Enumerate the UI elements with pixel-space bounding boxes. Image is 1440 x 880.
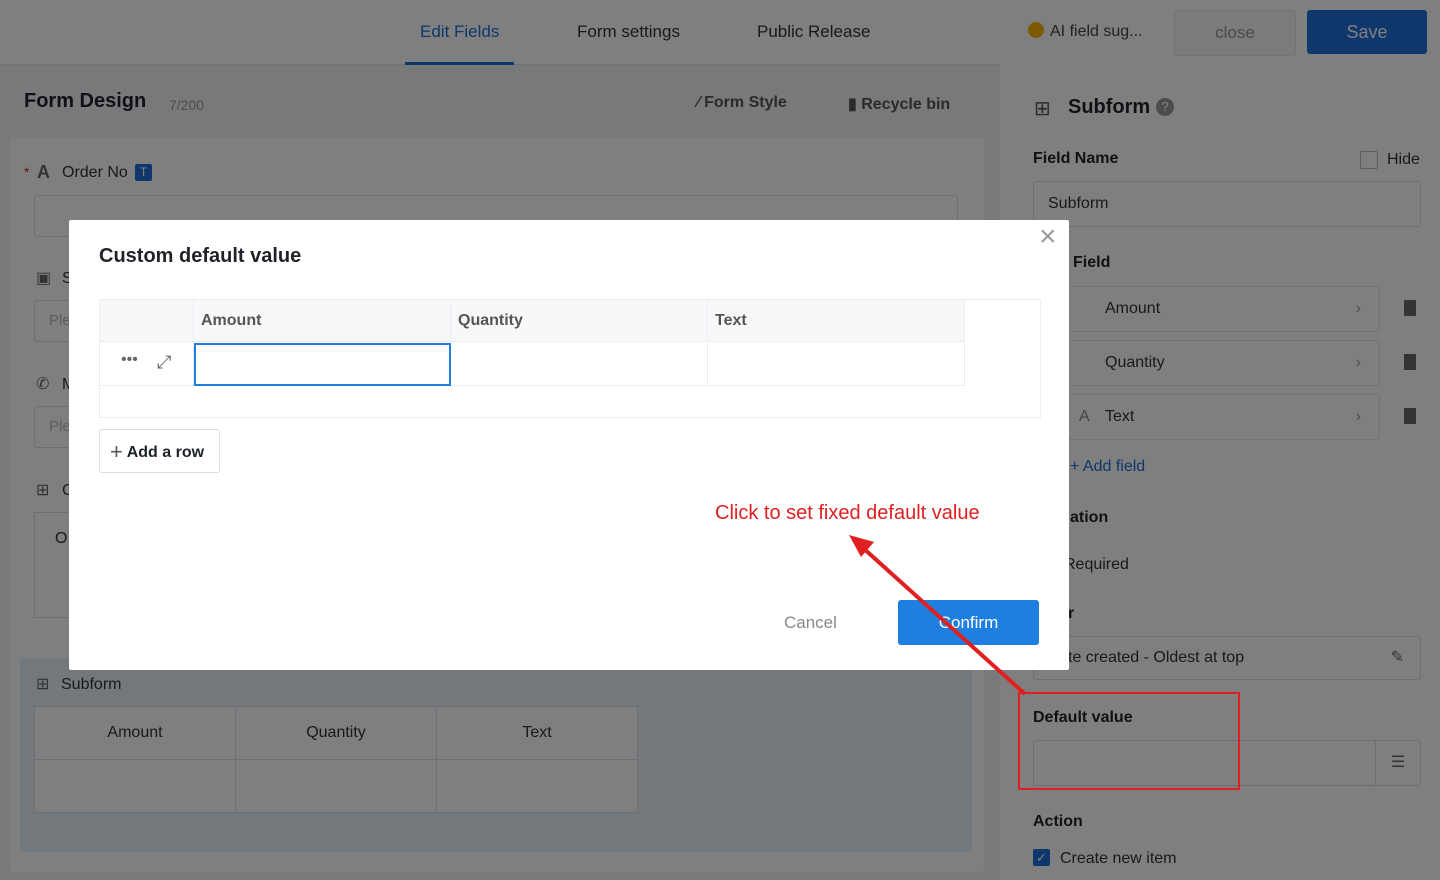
annotation-arrow xyxy=(849,535,1027,696)
